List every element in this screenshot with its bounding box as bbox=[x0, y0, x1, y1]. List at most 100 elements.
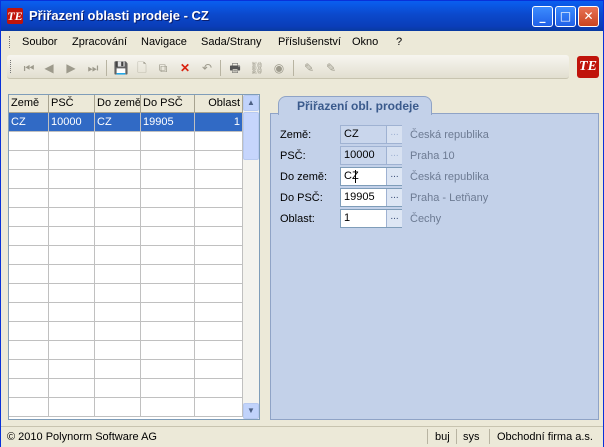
toolbar: ⏮ ◀ ▶ ⏭ 💾 🗋 ⧉ ✕ ↶ 🖶 ⛓ ◉ ✎ ✎ TE bbox=[1, 53, 603, 81]
empty-row[interactable] bbox=[9, 379, 243, 398]
grid-cell bbox=[9, 265, 49, 283]
disk-icon[interactable]: ◉ bbox=[271, 60, 287, 76]
menu-grip[interactable] bbox=[9, 36, 13, 48]
empty-row[interactable] bbox=[9, 132, 243, 151]
scroll-down-button[interactable]: ▼ bbox=[243, 403, 259, 419]
edit-alt-icon[interactable]: ✎ bbox=[323, 60, 339, 76]
delete-icon[interactable]: ✕ bbox=[177, 60, 193, 76]
save-icon[interactable]: 💾 bbox=[113, 60, 129, 76]
empty-row[interactable] bbox=[9, 360, 243, 379]
title-bar[interactable]: TE Přiřazení oblasti prodeje - CZ _ □ ✕ bbox=[1, 1, 603, 31]
network-icon[interactable]: ⛓ bbox=[249, 60, 265, 76]
menu-zpracovani[interactable]: Zpracování bbox=[72, 35, 127, 49]
psc-picker-button[interactable]: ... bbox=[386, 147, 402, 164]
close-button[interactable]: ✕ bbox=[578, 6, 599, 27]
grid-cell bbox=[49, 170, 95, 188]
oblast-picker-button[interactable]: ... bbox=[386, 210, 402, 227]
grid-cell bbox=[195, 151, 243, 169]
scroll-thumb[interactable] bbox=[243, 112, 259, 160]
grid-cell bbox=[195, 246, 243, 264]
empty-row[interactable] bbox=[9, 398, 243, 417]
column-header-oblast[interactable]: Oblast bbox=[195, 95, 243, 112]
empty-row[interactable] bbox=[9, 322, 243, 341]
grid-cell bbox=[195, 265, 243, 283]
empty-row[interactable] bbox=[9, 246, 243, 265]
grid-cell bbox=[95, 284, 141, 302]
column-header-do-psc[interactable]: Do PSČ bbox=[141, 95, 195, 112]
grid-cell bbox=[141, 341, 195, 359]
status-separator bbox=[456, 429, 457, 444]
menu-navigace[interactable]: Navigace bbox=[141, 35, 187, 49]
oblast-field[interactable]: 1 ... bbox=[340, 209, 402, 228]
grid-cell bbox=[195, 303, 243, 321]
field-value: 19905 bbox=[344, 191, 375, 203]
maximize-button[interactable]: □ bbox=[555, 6, 576, 27]
column-header-psc[interactable]: PSČ bbox=[49, 95, 95, 112]
empty-row[interactable] bbox=[9, 189, 243, 208]
empty-row[interactable] bbox=[9, 341, 243, 360]
empty-row[interactable] bbox=[9, 151, 243, 170]
grid-cell bbox=[195, 322, 243, 340]
grid-cell bbox=[9, 303, 49, 321]
table-row[interactable]: CZ 10000 CZ 19905 1 bbox=[9, 113, 243, 132]
data-grid[interactable]: Země PSČ Do země Do PSČ Oblast CZ 10000 CZ… bbox=[8, 94, 260, 420]
do-psc-field[interactable]: 19905 ... bbox=[340, 188, 402, 207]
print-icon[interactable]: 🖶 bbox=[227, 60, 243, 76]
zeme-field[interactable]: CZ ... bbox=[340, 125, 402, 144]
field-label-psc: PSČ: bbox=[280, 150, 306, 162]
do-zeme-field[interactable]: CZ ... bbox=[340, 167, 402, 186]
grid-cell bbox=[49, 303, 95, 321]
menu-okno[interactable]: Okno bbox=[352, 35, 378, 49]
empty-row[interactable] bbox=[9, 170, 243, 189]
zeme-picker-button[interactable]: ... bbox=[386, 126, 402, 143]
column-header-do-zeme[interactable]: Do země bbox=[95, 95, 141, 112]
psc-field[interactable]: 10000 ... bbox=[340, 146, 402, 165]
do-psc-picker-button[interactable]: ... bbox=[386, 189, 402, 206]
empty-row[interactable] bbox=[9, 265, 243, 284]
grid-cell bbox=[95, 208, 141, 226]
previous-record-icon[interactable]: ◀ bbox=[41, 60, 57, 76]
empty-row[interactable] bbox=[9, 284, 243, 303]
field-value: 1 bbox=[344, 212, 351, 224]
last-record-icon[interactable]: ⏭ bbox=[85, 60, 101, 76]
toolbar-separator bbox=[293, 60, 294, 76]
status-bar: © 2010 Polynorm Software AG buj sys Obch… bbox=[1, 426, 603, 447]
minimize-button[interactable]: _ bbox=[532, 6, 553, 27]
next-record-icon[interactable]: ▶ bbox=[63, 60, 79, 76]
grid-cell: 19905 bbox=[141, 113, 195, 131]
status-separator bbox=[427, 429, 428, 444]
grid-cell: 1 bbox=[195, 113, 243, 131]
scroll-up-button[interactable]: ▲ bbox=[243, 95, 259, 111]
zeme-description: Česká republika bbox=[410, 129, 489, 141]
grid-cell bbox=[9, 379, 49, 397]
grid-cell: 10000 bbox=[49, 113, 95, 131]
field-value: 10000 bbox=[344, 149, 375, 161]
grid-cell bbox=[95, 265, 141, 283]
new-icon[interactable]: 🗋 bbox=[134, 60, 150, 76]
oblast-description: Čechy bbox=[410, 213, 442, 225]
empty-row[interactable] bbox=[9, 303, 243, 322]
edit-icon[interactable]: ✎ bbox=[301, 60, 317, 76]
menu-prislusenstvi[interactable]: Příslušenství bbox=[278, 35, 341, 49]
grid-scrollbar[interactable]: ▲ ▼ bbox=[243, 95, 259, 419]
first-record-icon[interactable]: ⏮ bbox=[21, 60, 37, 76]
empty-row[interactable] bbox=[9, 208, 243, 227]
grid-cell bbox=[195, 227, 243, 245]
grid-cell bbox=[141, 379, 195, 397]
window-title: Přiřazení oblasti prodeje - CZ bbox=[29, 8, 209, 23]
tab-prirazeni[interactable]: Přiřazení obl. prodeje bbox=[278, 96, 432, 115]
menu-sada-strany[interactable]: Sada/Strany bbox=[201, 35, 262, 49]
empty-row[interactable] bbox=[9, 227, 243, 246]
menu-help[interactable]: ? bbox=[396, 35, 402, 49]
grid-cell bbox=[9, 341, 49, 359]
undo-icon[interactable]: ↶ bbox=[199, 60, 215, 76]
field-value: CZ bbox=[344, 128, 359, 140]
do-zeme-picker-button[interactable]: ... bbox=[386, 168, 402, 185]
grid-cell bbox=[141, 227, 195, 245]
toolbar-grip[interactable] bbox=[10, 60, 14, 73]
menu-soubor[interactable]: Soubor bbox=[22, 35, 57, 49]
grid-cell bbox=[9, 227, 49, 245]
copy-icon[interactable]: ⧉ bbox=[155, 60, 171, 76]
grid-cell bbox=[95, 322, 141, 340]
column-header-zeme[interactable]: Země bbox=[9, 95, 49, 112]
